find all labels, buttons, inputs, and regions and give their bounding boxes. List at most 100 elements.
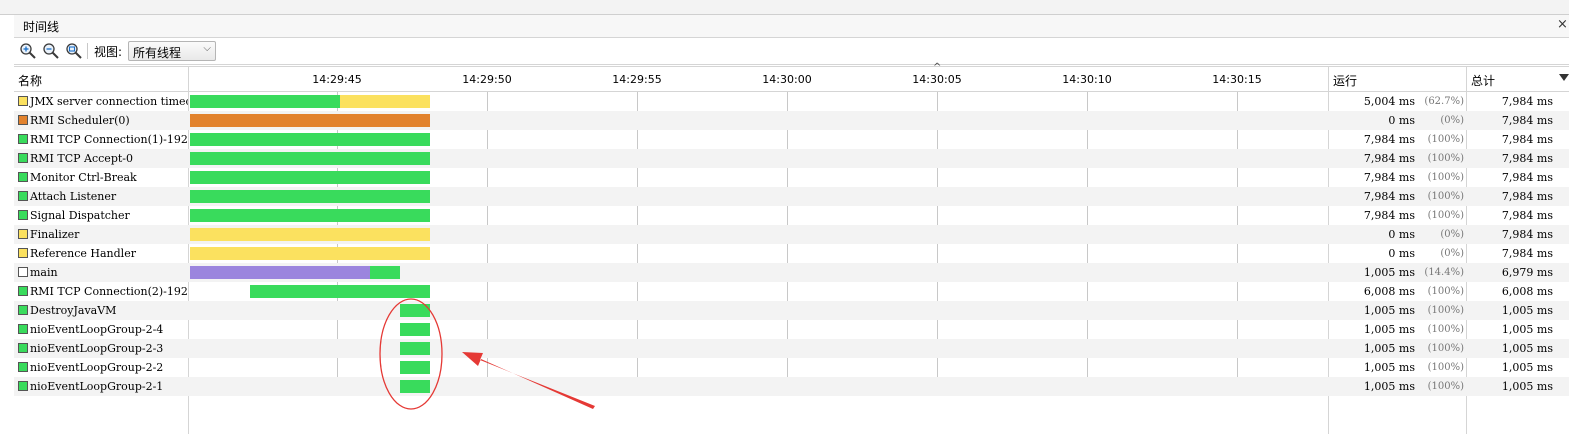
thread-name-cell[interactable]: Reference Handler bbox=[14, 244, 188, 263]
timeline-tick-label: 14:29:45 bbox=[312, 73, 362, 86]
thread-row[interactable]: nioEventLoopGroup-2-3 1,005 ms (100%) 1,005… bbox=[14, 339, 1569, 358]
thread-state-bar-sleeping[interactable] bbox=[190, 266, 370, 279]
running-percent-value: (100%) bbox=[1427, 324, 1464, 335]
timeline-tick-label: 14:29:50 bbox=[462, 73, 512, 86]
thread-row[interactable]: Finalizer 0 ms (0%) 7,984 ms bbox=[14, 225, 1569, 244]
view-select-value: 所有线程 bbox=[133, 46, 182, 60]
tab-timeline[interactable]: 时间线 bbox=[23, 18, 59, 35]
thread-name-cell[interactable]: RMI TCP Connection(1)-192.168.1.1 bbox=[14, 130, 188, 149]
thread-name-cell[interactable]: nioEventLoopGroup-2-4 bbox=[14, 320, 188, 339]
thread-name-cell[interactable]: Signal Dispatcher bbox=[14, 206, 188, 225]
thread-name: Signal Dispatcher bbox=[30, 209, 130, 222]
column-header-running-label: 运行 bbox=[1333, 74, 1358, 88]
thread-row[interactable]: RMI TCP Connection(2)-192.168.1.1 6,008 m… bbox=[14, 282, 1569, 301]
close-icon[interactable]: × bbox=[1557, 17, 1569, 33]
thread-name: nioEventLoopGroup-2-3 bbox=[30, 342, 164, 355]
running-ms-value: 1,005 ms bbox=[1363, 380, 1415, 393]
running-ms-value: 1,005 ms bbox=[1363, 304, 1415, 317]
thread-state-swatch-icon bbox=[18, 286, 28, 296]
thread-state-swatch-icon bbox=[18, 153, 28, 163]
thread-name: main bbox=[30, 266, 58, 279]
thread-state-bar-running[interactable] bbox=[190, 95, 340, 108]
zoom-in-icon[interactable] bbox=[19, 42, 37, 60]
thread-state-bar-running[interactable] bbox=[190, 171, 430, 184]
thread-name-cell[interactable]: Monitor Ctrl-Break bbox=[14, 168, 188, 187]
thread-name-cell[interactable]: nioEventLoopGroup-2-3 bbox=[14, 339, 188, 358]
thread-state-bar-running[interactable] bbox=[190, 209, 430, 222]
thread-state-bar-running[interactable] bbox=[370, 266, 400, 279]
total-ms-value: 7,984 ms bbox=[1501, 152, 1553, 165]
running-ms-value: 7,984 ms bbox=[1363, 171, 1415, 184]
thread-row[interactable]: Attach Listener 7,984 ms (100%) 7,984 ms bbox=[14, 187, 1569, 206]
thread-state-swatch-icon bbox=[18, 343, 28, 353]
thread-name: RMI TCP Connection(2)-192.168.1.1 bbox=[30, 285, 188, 298]
thread-name: Attach Listener bbox=[30, 190, 117, 203]
thread-state-swatch-icon bbox=[18, 96, 28, 106]
thread-name: Finalizer bbox=[30, 228, 80, 241]
thread-name-cell[interactable]: RMI Scheduler(0) bbox=[14, 111, 188, 130]
running-percent-value: (100%) bbox=[1427, 305, 1464, 316]
thread-state-bar-running[interactable] bbox=[400, 342, 430, 355]
thread-row[interactable]: nioEventLoopGroup-2-4 1,005 ms (100%) 1,005… bbox=[14, 320, 1569, 339]
thread-state-bar-wait[interactable] bbox=[190, 228, 430, 241]
running-ms-value: 1,005 ms bbox=[1363, 323, 1415, 336]
running-ms-value: 7,984 ms bbox=[1363, 209, 1415, 222]
column-header-name-label: 名称 bbox=[18, 74, 43, 88]
thread-row[interactable]: Reference Handler 0 ms (0%) 7,984 ms bbox=[14, 244, 1569, 263]
thread-name-cell[interactable]: RMI TCP Connection(2)-192.168.1.1 bbox=[14, 282, 188, 301]
view-select[interactable]: 所有线程 ⌵ bbox=[128, 41, 216, 61]
thread-row[interactable]: nioEventLoopGroup-2-1 1,005 ms (100%) 1,005… bbox=[14, 377, 1569, 396]
thread-state-bar-running[interactable] bbox=[400, 380, 430, 393]
thread-name-cell[interactable]: Attach Listener bbox=[14, 187, 188, 206]
thread-name: nioEventLoopGroup-2-1 bbox=[30, 380, 164, 393]
thread-name-cell[interactable]: JMX server connection timeout bbox=[14, 92, 188, 111]
toolbar-separator bbox=[87, 43, 88, 59]
thread-row[interactable]: RMI Scheduler(0) 0 ms (0%) 7,984 ms bbox=[14, 111, 1569, 130]
thread-state-bar-running[interactable] bbox=[190, 152, 430, 165]
column-header-name[interactable]: 名称 bbox=[14, 67, 189, 92]
thread-state-bar-wait[interactable] bbox=[340, 95, 430, 108]
running-ms-value: 7,984 ms bbox=[1363, 133, 1415, 146]
thread-state-bar-running[interactable] bbox=[400, 361, 430, 374]
total-ms-value: 7,984 ms bbox=[1501, 114, 1553, 127]
thread-name-cell[interactable]: main bbox=[14, 263, 188, 282]
thread-state-bar-running[interactable] bbox=[190, 133, 430, 146]
thread-row[interactable]: JMX server connection timeout 5,004 ms (62… bbox=[14, 92, 1569, 111]
thread-state-bar-running[interactable] bbox=[400, 323, 430, 336]
thread-row[interactable]: DestroyJavaVM 1,005 ms (100%) 1,005 ms bbox=[14, 301, 1569, 320]
total-ms-value: 7,984 ms bbox=[1501, 247, 1553, 260]
thread-state-swatch-icon bbox=[18, 172, 28, 182]
sort-desc-icon[interactable] bbox=[1559, 74, 1569, 81]
timeline-tick-label: 14:30:10 bbox=[1062, 73, 1112, 86]
thread-row[interactable]: main 1,005 ms (14.4%) 6,979 ms bbox=[14, 263, 1569, 282]
thread-row[interactable]: Monitor Ctrl-Break 7,984 ms (100%) 7,984 ms bbox=[14, 168, 1569, 187]
thread-state-bar-running[interactable] bbox=[190, 190, 430, 203]
running-percent-value: (0%) bbox=[1440, 229, 1464, 240]
timeline-tab-bar: 时间线 × bbox=[14, 15, 1569, 38]
running-percent-value: (0%) bbox=[1440, 115, 1464, 126]
zoom-out-icon[interactable] bbox=[42, 42, 60, 60]
timeline-tick-label: 14:30:05 bbox=[912, 73, 962, 86]
thread-name-cell[interactable]: Finalizer bbox=[14, 225, 188, 244]
thread-name-cell[interactable]: nioEventLoopGroup-2-2 bbox=[14, 358, 188, 377]
running-percent-value: (100%) bbox=[1427, 381, 1464, 392]
thread-state-bar-running[interactable] bbox=[400, 304, 430, 317]
thread-state-swatch-icon bbox=[18, 362, 28, 372]
column-header-total[interactable]: 总计 bbox=[1467, 67, 1569, 92]
total-ms-value: 7,984 ms bbox=[1501, 190, 1553, 203]
thread-state-bar-wait[interactable] bbox=[190, 247, 430, 260]
timeline-tick-label: 14:29:55 bbox=[612, 73, 662, 86]
thread-name-cell[interactable]: nioEventLoopGroup-2-1 bbox=[14, 377, 188, 396]
thread-row[interactable]: RMI TCP Connection(1)-192.168.1.1 7,984 m… bbox=[14, 130, 1569, 149]
thread-row[interactable]: nioEventLoopGroup-2-2 1,005 ms (100%) 1,005… bbox=[14, 358, 1569, 377]
thread-row[interactable]: Signal Dispatcher 7,984 ms (100%) 7,984 ms bbox=[14, 206, 1569, 225]
column-header-running[interactable]: 运行 bbox=[1329, 67, 1467, 92]
thread-row[interactable]: RMI TCP Accept-0 7,984 ms (100%) 7,984 ms bbox=[14, 149, 1569, 168]
zoom-fit-icon[interactable] bbox=[65, 42, 83, 60]
thread-name-cell[interactable]: RMI TCP Accept-0 bbox=[14, 149, 188, 168]
thread-state-bar-monitor[interactable] bbox=[190, 114, 430, 127]
timeline-ruler[interactable]: ^ 14:29:45 14:29:50 14:29:55 14:30:00 14:30:… bbox=[189, 62, 1329, 92]
thread-timeline-table: 名称 ^ 14:29:45 14:29:50 14:29:55 14:30:00 14:… bbox=[14, 62, 1569, 434]
thread-state-bar-running[interactable] bbox=[250, 285, 430, 298]
thread-name-cell[interactable]: DestroyJavaVM bbox=[14, 301, 188, 320]
